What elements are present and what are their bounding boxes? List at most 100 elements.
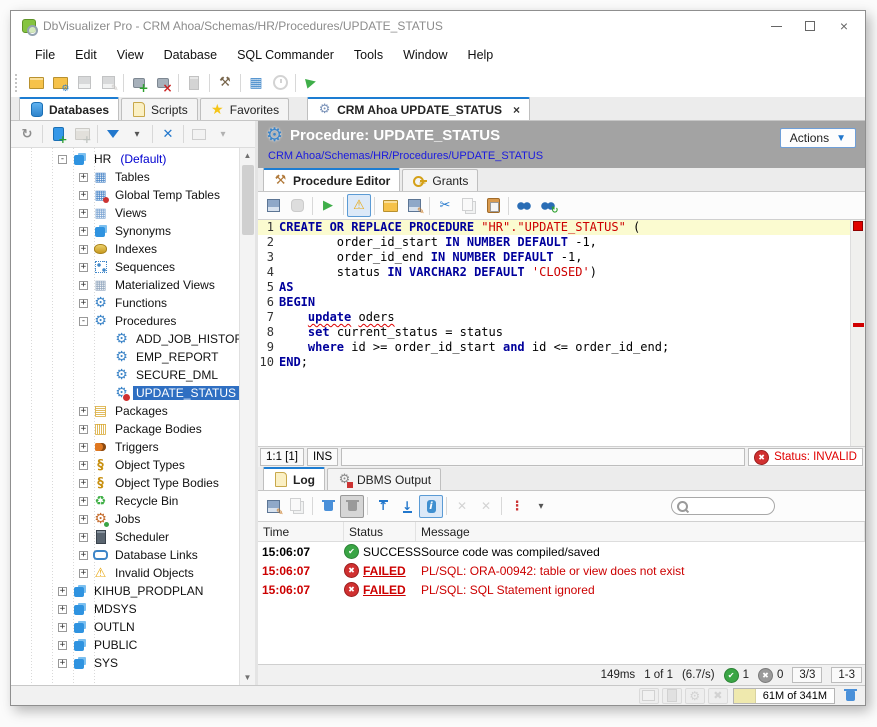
- scroll-bottom-button[interactable]: [395, 495, 419, 518]
- cut-button[interactable]: [433, 194, 457, 217]
- menu-tools[interactable]: Tools: [344, 44, 393, 66]
- tree-scrollbar[interactable]: ▲ ▼: [239, 148, 255, 685]
- error-marker-top-icon[interactable]: [853, 221, 863, 231]
- menu-view[interactable]: View: [107, 44, 154, 66]
- connect-button[interactable]: [127, 71, 151, 94]
- expander-plus-icon[interactable]: +: [79, 209, 88, 218]
- code-line-9[interactable]: 9 where id >= order_id_start and id <= o…: [258, 340, 850, 355]
- disconnect-button[interactable]: [151, 71, 175, 94]
- menu-file[interactable]: File: [25, 44, 65, 66]
- menu-help[interactable]: Help: [458, 44, 504, 66]
- open-folder-button[interactable]: [378, 194, 402, 217]
- overflow-button[interactable]: [505, 495, 529, 518]
- folder-settings-button[interactable]: [48, 71, 72, 94]
- tree-item-add-job-history[interactable]: ADD_JOB_HISTORY: [11, 330, 239, 348]
- memory-gauge[interactable]: 61M of 341M: [733, 688, 835, 704]
- menu-database[interactable]: Database: [154, 44, 228, 66]
- tree-item-procedures[interactable]: -Procedures: [11, 312, 239, 330]
- scrollbar-thumb[interactable]: [242, 165, 254, 235]
- tree-item-public[interactable]: +PUBLIC: [11, 636, 239, 654]
- save-as-button[interactable]: [402, 194, 426, 217]
- maximize-button[interactable]: [793, 13, 827, 39]
- tree-item-object-types[interactable]: +Object Types: [11, 456, 239, 474]
- tree-item-global-temp-tables[interactable]: +Global Temp Tables: [11, 186, 239, 204]
- expander-plus-icon[interactable]: +: [79, 533, 88, 542]
- tree-item-views[interactable]: +Views: [11, 204, 239, 222]
- expander-plus-icon[interactable]: +: [79, 425, 88, 434]
- expander-plus-icon[interactable]: +: [79, 227, 88, 236]
- expander-plus-icon[interactable]: +: [58, 605, 67, 614]
- collapse-all-button[interactable]: [156, 123, 180, 146]
- scroll-up-icon[interactable]: ▲: [244, 148, 252, 163]
- gc-trash-button[interactable]: [840, 688, 860, 704]
- tree-item-database-links[interactable]: +Database Links: [11, 546, 239, 564]
- tab-close-icon[interactable]: ×: [513, 103, 520, 117]
- column-header-time[interactable]: Time: [258, 522, 344, 541]
- code-lines[interactable]: 1CREATE OR REPLACE PROCEDURE "HR"."UPDAT…: [258, 220, 850, 446]
- refresh-button[interactable]: [15, 123, 39, 146]
- find-replace-button[interactable]: [536, 194, 560, 217]
- delete-button[interactable]: [316, 495, 340, 518]
- code-line-4[interactable]: 4 status IN VARCHAR2 DEFAULT 'CLOSED'): [258, 265, 850, 280]
- tree-item-outln[interactable]: +OUTLN: [11, 618, 239, 636]
- tree-item-scheduler[interactable]: +Scheduler: [11, 528, 239, 546]
- expander-plus-icon[interactable]: +: [79, 191, 88, 200]
- find-button[interactable]: [512, 194, 536, 217]
- code-line-2[interactable]: 2 order_id_start IN NUMBER DEFAULT -1,: [258, 235, 850, 250]
- info-button[interactable]: [419, 495, 443, 518]
- paste-button[interactable]: [481, 194, 505, 217]
- menu-edit[interactable]: Edit: [65, 44, 107, 66]
- tab-log[interactable]: Log: [263, 467, 325, 490]
- tab-grants[interactable]: Grants: [402, 169, 478, 191]
- caret-button[interactable]: [529, 495, 553, 518]
- tree-item-packages[interactable]: +Packages: [11, 402, 239, 420]
- tree-item-hr[interactable]: -HR(Default): [11, 150, 239, 168]
- warning-button[interactable]: [347, 194, 371, 217]
- tree-item-triggers[interactable]: +Triggers: [11, 438, 239, 456]
- scroll-top-button[interactable]: [371, 495, 395, 518]
- tree-item-invalid-objects[interactable]: +Invalid Objects: [11, 564, 239, 582]
- tree-item-mdsys[interactable]: +MDSYS: [11, 600, 239, 618]
- expander-plus-icon[interactable]: +: [58, 623, 67, 632]
- grid-window-button[interactable]: [244, 71, 268, 94]
- tools-button[interactable]: [213, 71, 237, 94]
- expander-minus-icon[interactable]: -: [79, 317, 88, 326]
- expander-plus-icon[interactable]: +: [79, 497, 88, 506]
- expander-plus-icon[interactable]: +: [79, 173, 88, 182]
- tree-item-object-type-bodies[interactable]: +Object Type Bodies: [11, 474, 239, 492]
- caret-button[interactable]: [125, 123, 149, 146]
- open-folder-button[interactable]: [24, 71, 48, 94]
- expander-plus-icon[interactable]: +: [79, 245, 88, 254]
- minimize-button[interactable]: [759, 13, 793, 39]
- expander-plus-icon[interactable]: +: [58, 641, 67, 650]
- code-line-10[interactable]: 10END;: [258, 355, 850, 370]
- tree-item-emp-report[interactable]: EMP_REPORT: [11, 348, 239, 366]
- log-row[interactable]: 15:06:07SUCCESSSource code was compiled/…: [258, 542, 865, 561]
- code-line-8[interactable]: 8 set current_status = status: [258, 325, 850, 340]
- expander-plus-icon[interactable]: +: [79, 299, 88, 308]
- expander-plus-icon[interactable]: +: [79, 407, 88, 416]
- tree-item-functions[interactable]: +Functions: [11, 294, 239, 312]
- tab-databases[interactable]: Databases: [19, 97, 119, 120]
- menu-sql-commander[interactable]: SQL Commander: [227, 44, 344, 66]
- save-button[interactable]: [261, 194, 285, 217]
- error-stripe[interactable]: [850, 220, 865, 446]
- tab-procedure-editor[interactable]: Procedure Editor: [263, 168, 400, 191]
- tree-item-update-status[interactable]: UPDATE_STATUS: [11, 384, 239, 402]
- column-header-status[interactable]: Status: [344, 522, 416, 541]
- search-input[interactable]: [691, 499, 774, 513]
- expander-plus-icon[interactable]: +: [79, 569, 88, 578]
- code-editor[interactable]: 1CREATE OR REPLACE PROCEDURE "HR"."UPDAT…: [258, 219, 865, 446]
- add-connection-button[interactable]: [46, 123, 70, 146]
- tree-item-kihub-prodplan[interactable]: +KIHUB_PRODPLAN: [11, 582, 239, 600]
- code-line-6[interactable]: 6BEGIN: [258, 295, 850, 310]
- export-button[interactable]: [261, 495, 285, 518]
- expander-plus-icon[interactable]: +: [58, 587, 67, 596]
- tab-scripts[interactable]: Scripts: [121, 98, 198, 120]
- tree-item-recycle-bin[interactable]: +Recycle Bin: [11, 492, 239, 510]
- log-search-box[interactable]: [671, 497, 775, 515]
- code-line-5[interactable]: 5AS: [258, 280, 850, 295]
- tab-dbms-output[interactable]: DBMS Output: [327, 468, 441, 490]
- expander-minus-icon[interactable]: -: [58, 155, 67, 164]
- expander-plus-icon[interactable]: +: [79, 551, 88, 560]
